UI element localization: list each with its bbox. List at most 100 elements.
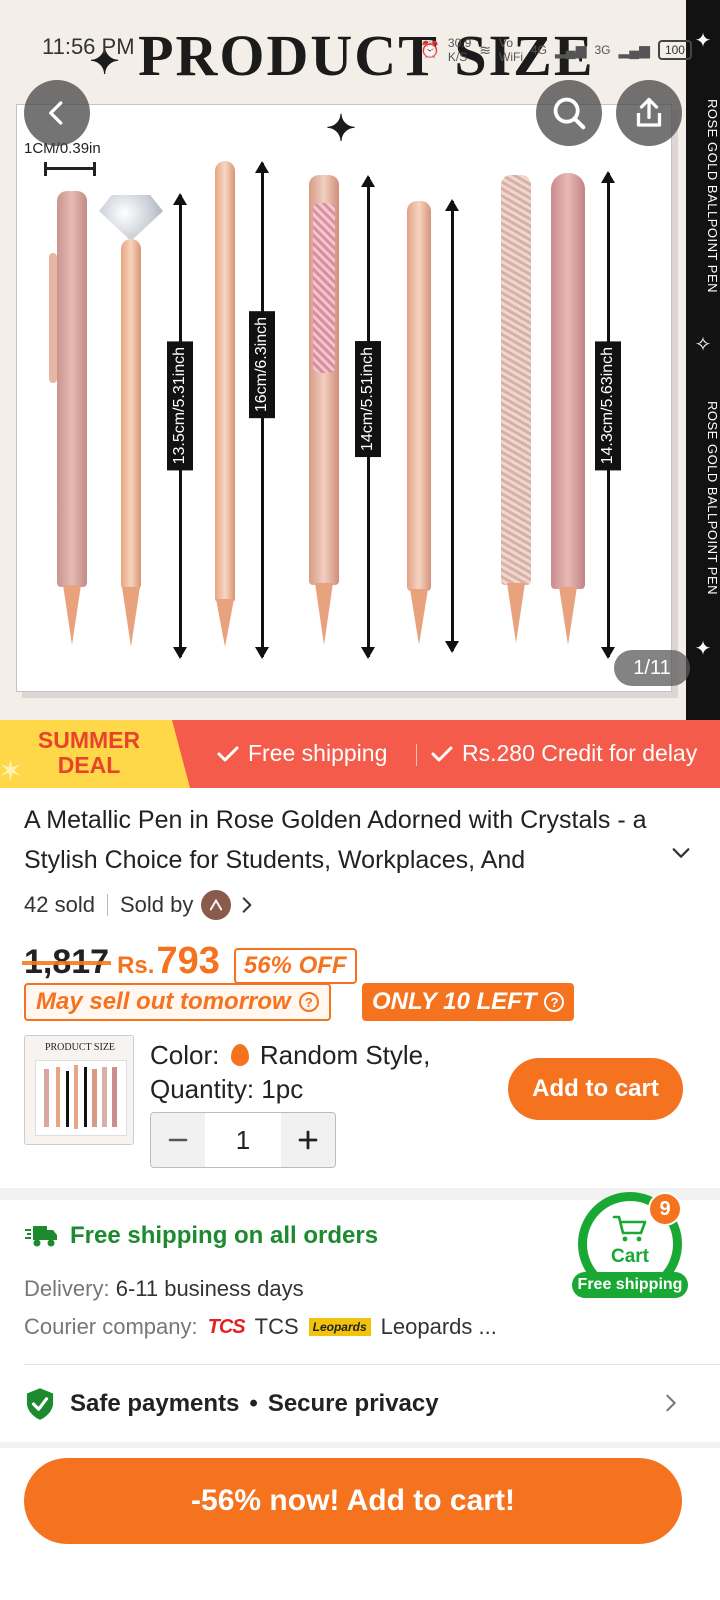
share-button[interactable]	[616, 80, 682, 146]
search-button[interactable]	[536, 80, 602, 146]
measure-label-3: 14cm/5.51inch	[355, 341, 381, 458]
sold-count: 42 sold	[24, 892, 95, 917]
net-speed: 30.9 K/S	[447, 36, 472, 64]
color-line: Color: Random Style,	[150, 1038, 430, 1072]
help-icon: ?	[298, 992, 319, 1012]
product-size-card: 13.5cm/5.31inch 16cm/6.3inch 14cm/5.51in…	[16, 104, 672, 692]
cart-free-shipping: Free shipping	[572, 1272, 688, 1298]
status-icons: ⏰ 30.9 K/S ≋ Vo WiFi 4G ▂▄▆ 3G ▂▄▆ 100	[420, 36, 692, 64]
pen-5-tip	[410, 589, 428, 645]
free-shipping-perk: Free shipping	[216, 740, 387, 767]
quantity-value[interactable]: 1	[205, 1113, 281, 1167]
shield-check-icon	[26, 1388, 54, 1420]
sparkle-outline-icon: ✧	[694, 334, 712, 356]
secure-privacy-text: Secure privacy	[267, 1390, 439, 1417]
summer-deal-badge: ✶ SUMMER DEAL	[0, 720, 190, 788]
promo-banner[interactable]: ✶ SUMMER DEAL Free shipping Rs.280 Credi…	[0, 720, 720, 788]
status-time: 11:56 PM	[42, 34, 135, 59]
pen-1-clip	[49, 253, 57, 383]
variant-selection[interactable]: Color: Random Style, Quantity: 1pc	[150, 1038, 430, 1106]
check-icon	[431, 746, 453, 761]
side-strip: ✦ ROSE GOLD BALLPOINT PEN ✧ ROSE GOLD BA…	[686, 0, 720, 720]
side-label-2: ROSE GOLD BALLPOINT PEN	[705, 400, 720, 596]
color-label: Color:	[150, 1040, 220, 1070]
add-to-cart-button[interactable]: Add to cart	[508, 1058, 683, 1120]
network-4g: 4G	[531, 43, 548, 57]
floating-cart-button[interactable]: Cart Free shipping 9	[572, 1192, 688, 1302]
alarm-icon: ⏰	[420, 42, 440, 59]
quantity-line: Quantity: 1pc	[150, 1074, 304, 1104]
pen-6	[501, 175, 531, 585]
leopards-logo: Leopards	[308, 1318, 371, 1336]
pen-1-tip	[63, 585, 81, 645]
status-bar: 11:56 PM ⏰ 30.9 K/S ≋ Vo WiFi 4G ▂▄▆ 3G …	[0, 32, 692, 64]
network-3g: 3G	[594, 43, 611, 57]
safe-payments-text: Safe payments	[70, 1390, 240, 1417]
cart-count-badge: 9	[648, 1192, 682, 1226]
stock-tag[interactable]: ONLY 10 LEFT ?	[362, 983, 575, 1021]
banner-divider	[416, 744, 417, 766]
color-value: Random Style,	[259, 1040, 431, 1070]
courier-leopards: Leopards ...	[380, 1314, 497, 1339]
chevron-down-icon[interactable]	[670, 842, 692, 864]
measure-line-4	[445, 199, 459, 653]
minus-icon	[168, 1138, 188, 1142]
battery-icon: 100	[657, 40, 692, 60]
cart-icon	[612, 1215, 647, 1242]
truck-icon	[25, 1226, 57, 1247]
gallery-page-indicator: 1/11	[614, 650, 690, 686]
pen-5	[407, 201, 431, 591]
thumbnail-heading: PRODUCT SIZE	[44, 1042, 116, 1053]
wifi-icon: ≋	[479, 41, 492, 58]
courier-info: Courier company: TCS TCS Leopards Leopar…	[24, 1314, 497, 1340]
flame-icon	[230, 1044, 249, 1066]
thumbnail-pens	[35, 1060, 127, 1136]
pen-2-tip	[122, 587, 140, 647]
sell-out-tag[interactable]: May sell out tomorrow ?	[24, 983, 331, 1021]
price-row: 1,817 Rs. 793 56% OFF	[21, 940, 357, 984]
free-shipping-title: Free shipping on all orders	[70, 1222, 379, 1249]
currency-label: Rs.	[117, 952, 155, 979]
back-button[interactable]	[24, 80, 90, 146]
help-icon: ?	[544, 992, 565, 1012]
sold-by-label[interactable]: Sold by	[120, 892, 193, 918]
share-icon	[636, 97, 662, 127]
variant-thumbnail[interactable]: PRODUCT SIZE	[24, 1035, 134, 1145]
courier-label: Courier company:	[24, 1314, 198, 1339]
delay-credit-text: Rs.280 Credit for delay	[462, 740, 698, 766]
pen-6-tip	[507, 583, 525, 643]
quantity-stepper[interactable]: 1	[150, 1112, 336, 1168]
product-meta: 42 sold Sold by	[24, 890, 257, 920]
free-shipping-row[interactable]: Free shipping on all orders	[24, 1222, 378, 1250]
safe-payments-row[interactable]: Safe payments • Secure privacy	[24, 1382, 696, 1426]
pen-4-tip	[315, 583, 333, 645]
pen-3	[215, 161, 235, 601]
cart-label: Cart	[610, 1246, 649, 1267]
section-divider	[0, 1442, 720, 1448]
stock-text: ONLY 10 LEFT	[372, 988, 537, 1015]
delay-credit-perk: Rs.280 Credit for delay	[430, 740, 697, 767]
signal-icon: ▂▄▆	[555, 41, 587, 58]
product-image-gallery[interactable]: 13.5cm/5.31inch 16cm/6.3inch 14cm/5.51in…	[0, 0, 720, 720]
delivery-value: 6-11 business days	[115, 1276, 304, 1301]
seller-avatar[interactable]	[201, 890, 232, 920]
bottom-add-to-cart-button[interactable]: -56% now! Add to cart!	[24, 1458, 682, 1544]
original-price: 1,817	[21, 943, 112, 981]
measure-label-2: 16cm/6.3inch	[249, 311, 275, 419]
side-label-1: ROSE GOLD BALLPOINT PEN	[705, 98, 720, 294]
chevron-right-icon	[666, 1394, 676, 1412]
delivery-info: Delivery: 6-11 business days	[24, 1276, 304, 1302]
sparkle-right-icon: ✦	[325, 108, 359, 149]
sell-out-text: May sell out tomorrow	[36, 988, 291, 1015]
measure-label-1: 13.5cm/5.31inch	[167, 341, 193, 471]
measure-label-4: 14.3cm/5.63inch	[595, 341, 621, 471]
chevron-right-icon[interactable]	[237, 895, 257, 915]
decrease-button[interactable]	[151, 1113, 205, 1167]
increase-button[interactable]	[281, 1113, 335, 1167]
pen-2	[121, 239, 141, 589]
pen-2-crystal	[99, 195, 163, 241]
volte-label: Vo WiFi	[499, 36, 524, 64]
pen-1	[57, 191, 87, 587]
check-icon	[217, 746, 239, 761]
sale-price: 793	[156, 940, 220, 982]
